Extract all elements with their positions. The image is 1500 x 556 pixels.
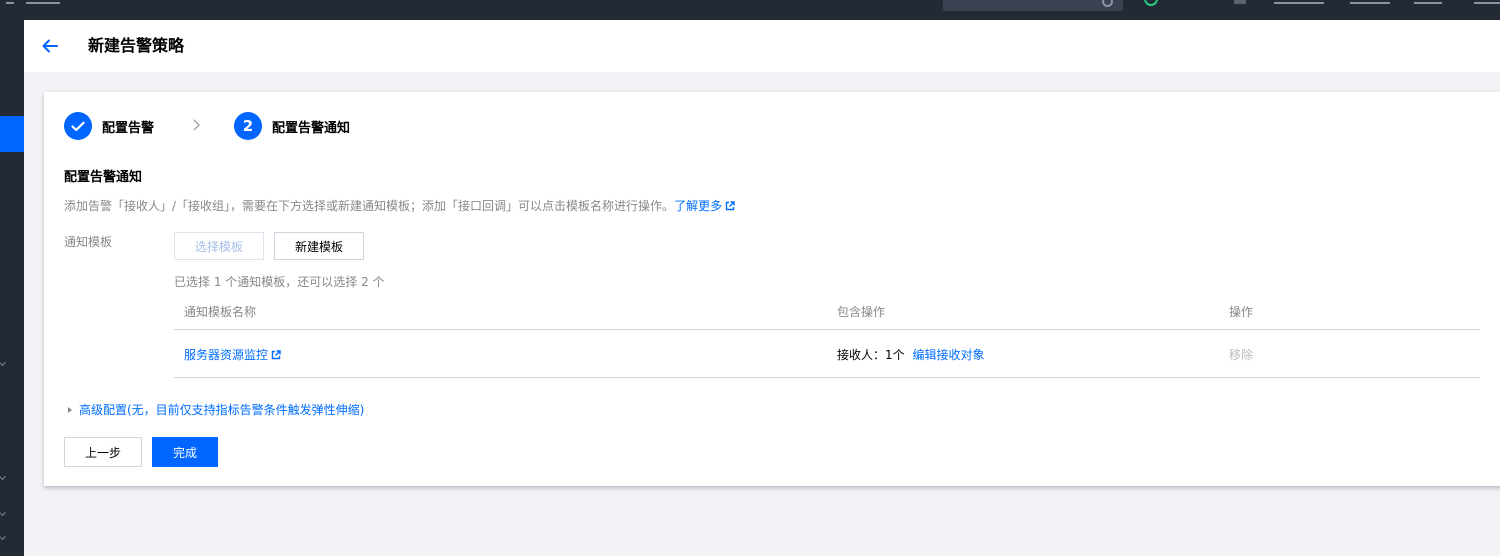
- step-label: 配置告警通知: [272, 120, 351, 136]
- finish-button[interactable]: 完成: [152, 437, 218, 467]
- nav-fragment[interactable]: [1474, 2, 1500, 4]
- chevron-down-icon[interactable]: [0, 532, 7, 541]
- sidebar: [0, 20, 24, 556]
- chevron-down-icon[interactable]: [0, 472, 7, 481]
- step-done-circle: [64, 112, 92, 140]
- caret-right-icon: [68, 406, 72, 413]
- step-configure-alarm: 配置告警: [64, 112, 154, 140]
- learn-more-label: 了解更多: [674, 199, 723, 213]
- template-name-link[interactable]: 服务器资源监控: [184, 346, 281, 363]
- advanced-config-toggle[interactable]: 高级配置(无，目前仅支持指标告警条件触发弹性伸缩): [68, 401, 364, 418]
- field-label: 通知模板: [64, 235, 113, 249]
- nav-icon[interactable]: [1234, 0, 1246, 4]
- arrow-left-icon: [42, 39, 58, 53]
- new-template-button[interactable]: 新建模板: [274, 232, 364, 260]
- column-header: 包含操作: [837, 305, 886, 319]
- nav-fragment[interactable]: [1274, 2, 1324, 4]
- step-label: 配置告警: [102, 120, 155, 136]
- included-operations: 接收人：1个 编辑接收对象: [837, 346, 984, 363]
- remove-button[interactable]: 移除: [1229, 346, 1253, 363]
- previous-step-button[interactable]: 上一步: [64, 437, 142, 467]
- template-name: 服务器资源监控: [184, 348, 269, 362]
- checkmark-icon: [71, 121, 85, 131]
- description-text: 添加告警「接收人」/「接收组」，需要在下方选择或新建通知模板；添加「接口回调」可…: [64, 199, 675, 213]
- chevron-down-icon[interactable]: [0, 358, 7, 367]
- external-link-icon: [271, 350, 281, 360]
- table-header: 通知模板名称 包含操作 操作: [174, 292, 1480, 330]
- chevron-right-icon: [188, 119, 200, 131]
- back-button[interactable]: [40, 36, 60, 56]
- step-configure-notification: 2 配置告警通知: [234, 112, 350, 140]
- column-header: 操作: [1229, 305, 1254, 319]
- step-number: 2: [234, 112, 262, 140]
- nav-fragment[interactable]: [26, 2, 60, 4]
- template-table: 通知模板名称 包含操作 操作 服务器资源监控 接收人：1个 编辑接收对象 移除: [174, 292, 1480, 378]
- learn-more-link[interactable]: 了解更多: [674, 199, 735, 213]
- section-title: 配置告警通知: [64, 170, 143, 185]
- nav-fragment[interactable]: [1350, 2, 1390, 4]
- chevron-down-icon[interactable]: [0, 508, 7, 517]
- status-icon[interactable]: [1144, 0, 1158, 6]
- global-search-input[interactable]: [943, 0, 1123, 11]
- sidebar-item-active[interactable]: [0, 116, 24, 152]
- page-title: 新建告警策略: [88, 36, 185, 55]
- page-header: 新建告警策略: [24, 20, 1500, 72]
- external-link-icon: [725, 201, 735, 211]
- search-icon: [1102, 0, 1113, 7]
- nav-fragment[interactable]: [6, 2, 14, 4]
- section-description: 添加告警「接收人」/「接收组」，需要在下方选择或新建通知模板；添加「接口回调」可…: [64, 197, 735, 214]
- edit-receivers-link[interactable]: 编辑接收对象: [912, 348, 984, 362]
- column-header: 通知模板名称: [184, 305, 257, 319]
- main-card: 配置告警 2 配置告警通知 配置告警通知 添加告警「接收人」/「接收组」，需要在…: [44, 92, 1500, 486]
- nav-fragment[interactable]: [1414, 2, 1442, 4]
- top-nav-bar: [0, 0, 1500, 20]
- receiver-count: 接收人：1个: [837, 348, 905, 362]
- table-row: 服务器资源监控 接收人：1个 编辑接收对象 移除: [174, 330, 1480, 378]
- select-template-button[interactable]: 选择模板: [174, 232, 264, 260]
- selection-hint: 已选择 1 个通知模板，还可以选择 2 个: [174, 275, 385, 289]
- advanced-config-label: 高级配置(无，目前仅支持指标告警条件触发弹性伸缩): [79, 403, 365, 417]
